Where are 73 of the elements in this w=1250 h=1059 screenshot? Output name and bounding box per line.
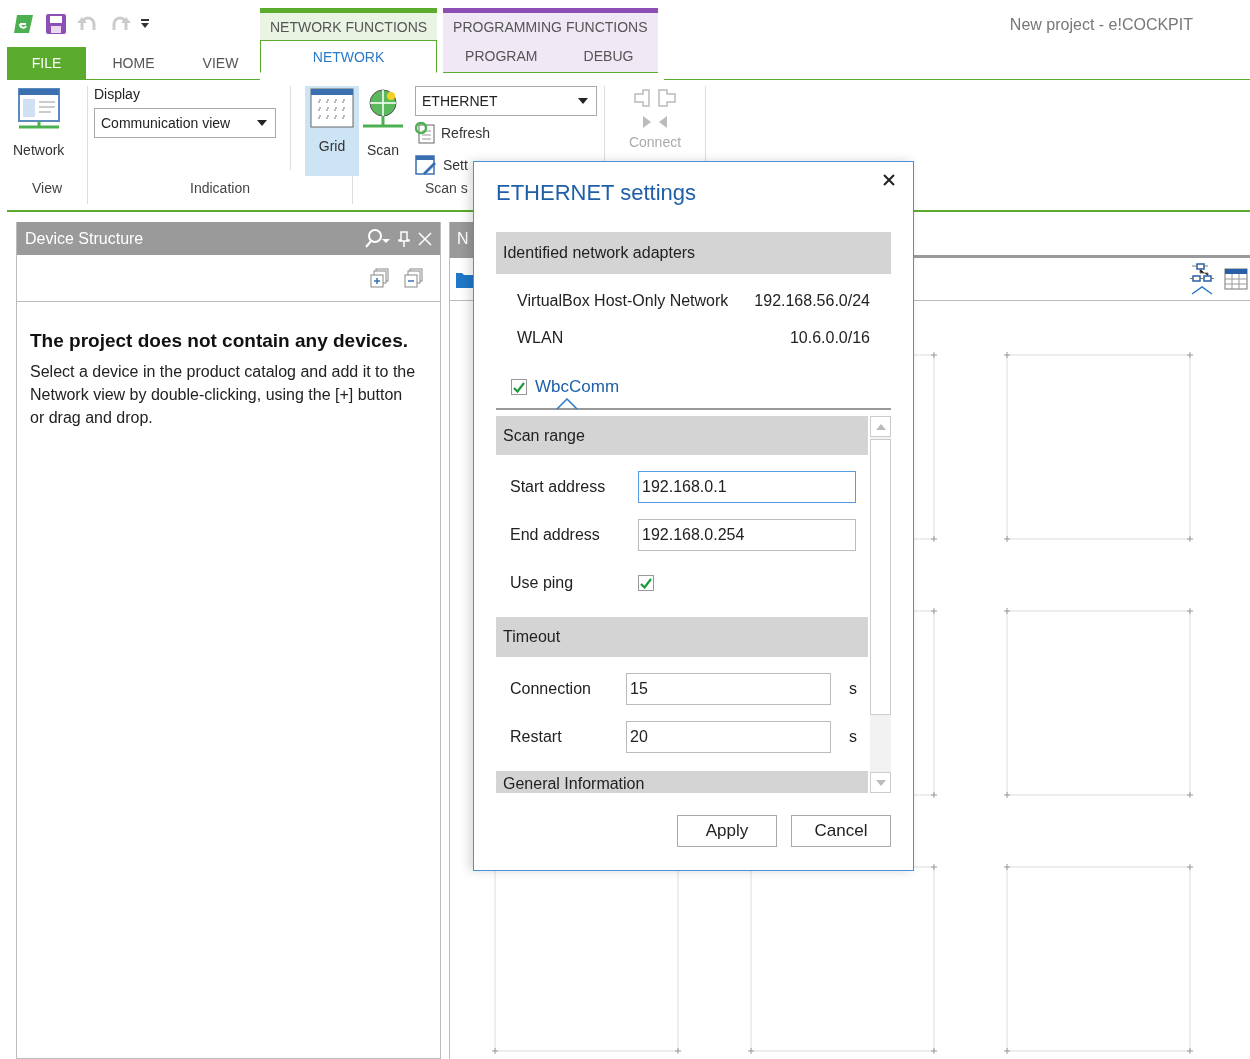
pin-icon[interactable] — [398, 230, 410, 247]
folder-icon[interactable] — [456, 270, 474, 288]
dropdown-caret-icon — [578, 98, 588, 104]
triangle-down-icon[interactable] — [875, 779, 886, 786]
expand-all-icon[interactable] — [370, 268, 390, 288]
unit-label: s — [849, 679, 857, 698]
ribbon-tab[interactable]: PROGRAM — [443, 40, 560, 72]
group-label: View — [31, 180, 63, 196]
unit-label: s — [849, 727, 857, 746]
display-label: Display — [94, 86, 141, 102]
input-field[interactable]: 192.168.0.254 — [638, 519, 856, 552]
refresh-button[interactable]: Refresh — [415, 118, 597, 148]
grid-icon — [310, 88, 354, 128]
dropdown-value: Communication view — [101, 115, 231, 131]
close-icon[interactable] — [418, 231, 432, 246]
group-label: Indication — [190, 180, 250, 196]
scroll-down-button[interactable] — [870, 772, 891, 793]
field-label: Connection — [510, 679, 592, 698]
input-field[interactable]: 192.168.0.1 — [638, 471, 856, 504]
undo-icon[interactable] — [77, 15, 99, 33]
adapter-name: VirtualBox Host-Only Network — [517, 291, 729, 310]
plug-connect-icon — [631, 88, 679, 128]
scroll-up-button[interactable] — [870, 416, 891, 437]
ribbon-tab[interactable]: DEBUG — [559, 40, 658, 72]
empty-state-heading: The project does not contain any devices. — [30, 330, 409, 352]
group-label: Scan s — [425, 180, 468, 196]
adapter-name: WLAN — [517, 328, 564, 347]
empty-state-text: Select a device in the product catalog and add it to the Network view by double-clicking, using the [+] button or drag and drop. — [30, 362, 417, 428]
field-label: End address — [510, 526, 601, 545]
input-field[interactable]: 15 — [626, 672, 831, 705]
section-header: Timeout — [496, 617, 869, 657]
ribbon-tab[interactable]: NETWORK — [260, 40, 438, 73]
triangle-up-icon[interactable] — [875, 423, 886, 430]
ribbon-tab[interactable]: VIEW — [181, 47, 260, 79]
checkbox[interactable] — [638, 575, 654, 592]
dialog-button[interactable]: Apply — [677, 815, 777, 847]
ribbon-tab[interactable]: HOME — [86, 47, 181, 79]
checkbox[interactable] — [511, 379, 527, 395]
field-label: Use ping — [510, 574, 575, 593]
refresh-list-icon — [415, 122, 435, 144]
panel-title: Device Structure — [25, 229, 144, 248]
edit-window-icon — [415, 154, 437, 176]
scrollbar[interactable] — [870, 416, 891, 793]
network-tree-view-button[interactable] — [1190, 263, 1214, 295]
interface-dropdown[interactable]: ETHERNET — [415, 86, 597, 116]
context-tab-group: PROGRAMMING FUNCTIONS — [443, 8, 658, 40]
save-icon[interactable] — [45, 13, 67, 35]
collapse-all-icon[interactable] — [404, 268, 424, 288]
dropdown-value: ETHERNET — [422, 93, 498, 109]
app-logo-icon[interactable] — [13, 12, 35, 36]
window-title: New project - e!COCKPIT — [1009, 16, 1193, 34]
selected-tab-caret-icon — [556, 398, 578, 410]
customize-caret-icon[interactable] — [141, 19, 149, 29]
network-window-icon — [16, 88, 61, 132]
section-header: Identified network adapters — [496, 232, 891, 274]
section-header: Scan range — [496, 416, 869, 456]
search-icon[interactable] — [364, 228, 390, 249]
section-header: General Information — [496, 770, 869, 793]
scroll-thumb[interactable] — [870, 439, 891, 715]
adapter-address: 192.168.56.0/24 — [754, 291, 870, 310]
grid-button[interactable]: Grid — [305, 86, 359, 176]
network-view-button[interactable]: Network — [7, 86, 71, 176]
display-dropdown[interactable]: Communication view — [94, 108, 276, 138]
scan-button[interactable]: Scan — [361, 86, 405, 176]
input-field[interactable]: 20 — [626, 720, 831, 753]
adapter-address: 10.6.0.0/16 — [789, 328, 870, 347]
dialog-title: ETHERNET settings — [496, 180, 698, 207]
field-label: Restart — [510, 727, 563, 746]
plugin-tab[interactable]: WbcComm — [535, 377, 620, 397]
field-label: Start address — [510, 478, 607, 497]
table-view-icon[interactable] — [1224, 268, 1248, 290]
dropdown-caret-icon — [257, 120, 267, 126]
dialog-button[interactable]: Cancel — [791, 815, 891, 847]
